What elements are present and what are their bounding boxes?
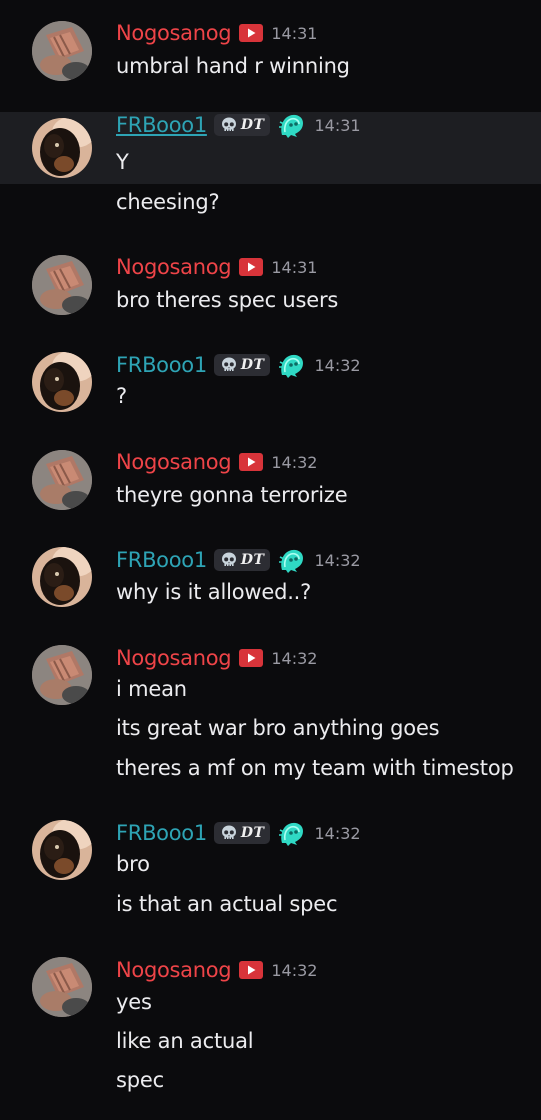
message-text: i mean [116,677,187,701]
guild-tag-badge[interactable]: DT [213,114,271,136]
ghost-icon[interactable] [276,818,306,848]
message-text: like an actual [116,1029,254,1053]
avatar[interactable] [32,450,92,510]
timestamp[interactable]: 14:32 [271,961,317,980]
message-text: Y [116,150,129,174]
youtube-icon[interactable] [239,649,264,667]
message-header: FRBooo1 DT 14:31 [116,112,361,138]
username[interactable]: Nogosanog [116,646,232,670]
username[interactable]: FRBooo1 [116,548,207,572]
guild-tag-badge[interactable]: DT [213,549,271,571]
message-text: bro [116,852,150,876]
timestamp[interactable]: 14:32 [271,453,317,472]
message-header: Nogosanog 14:31 [116,20,317,46]
avatar[interactable] [32,21,92,81]
username[interactable]: Nogosanog [116,958,232,982]
guild-tag-text: DT [240,117,265,133]
username[interactable]: Nogosanog [116,21,232,45]
username[interactable]: Nogosanog [116,450,232,474]
skull-icon [220,824,238,842]
youtube-icon[interactable] [239,258,264,276]
message-text: bro theres spec users [116,288,339,312]
avatar[interactable] [32,820,92,880]
guild-tag-badge[interactable]: DT [213,354,271,376]
message-text: umbral hand r winning [116,54,350,78]
message-text: theyre gonna terrorize [116,483,348,507]
ghost-icon[interactable] [276,545,306,575]
timestamp[interactable]: 14:31 [271,24,317,43]
message-header: Nogosanog 14:32 [116,449,317,475]
message-text: cheesing? [116,190,220,214]
youtube-icon[interactable] [239,24,264,42]
guild-tag-text: DT [240,357,265,373]
username[interactable]: FRBooo1 [116,821,207,845]
guild-tag-text: DT [240,825,265,841]
message-header: Nogosanog 14:32 [116,645,317,671]
message-header: Nogosanog 14:31 [116,254,317,280]
avatar[interactable] [32,255,92,315]
message-text: theres a mf on my team with timestop [116,756,514,780]
timestamp[interactable]: 14:32 [314,356,360,375]
message-text: ? [116,384,127,408]
avatar[interactable] [32,645,92,705]
message-header: FRBooo1 DT 14:32 [116,820,361,846]
ghost-icon[interactable] [276,350,306,380]
timestamp[interactable]: 14:32 [271,649,317,668]
message-text: spec [116,1068,164,1092]
skull-icon [220,356,238,374]
message-header: FRBooo1 DT 14:32 [116,547,361,573]
guild-tag-badge[interactable]: DT [213,822,271,844]
avatar[interactable] [32,352,92,412]
timestamp[interactable]: 14:31 [271,258,317,277]
message-text: why is it allowed..? [116,580,312,604]
username[interactable]: FRBooo1 [116,353,207,377]
timestamp[interactable]: 14:32 [314,824,360,843]
youtube-icon[interactable] [239,961,264,979]
message-text: yes [116,990,152,1014]
avatar[interactable] [32,547,92,607]
message-text: its great war bro anything goes [116,716,440,740]
ghost-icon[interactable] [276,110,306,140]
message-header: Nogosanog 14:32 [116,957,317,983]
username[interactable]: Nogosanog [116,255,232,279]
timestamp[interactable]: 14:32 [314,551,360,570]
username[interactable]: FRBooo1 [116,113,207,137]
message-header: FRBooo1 DT 14:32 [116,352,361,378]
youtube-icon[interactable] [239,453,264,471]
guild-tag-text: DT [240,552,265,568]
avatar[interactable] [32,957,92,1017]
skull-icon [220,116,238,134]
message-text: is that an actual spec [116,892,338,916]
skull-icon [220,551,238,569]
timestamp[interactable]: 14:31 [314,116,360,135]
avatar[interactable] [32,118,92,178]
